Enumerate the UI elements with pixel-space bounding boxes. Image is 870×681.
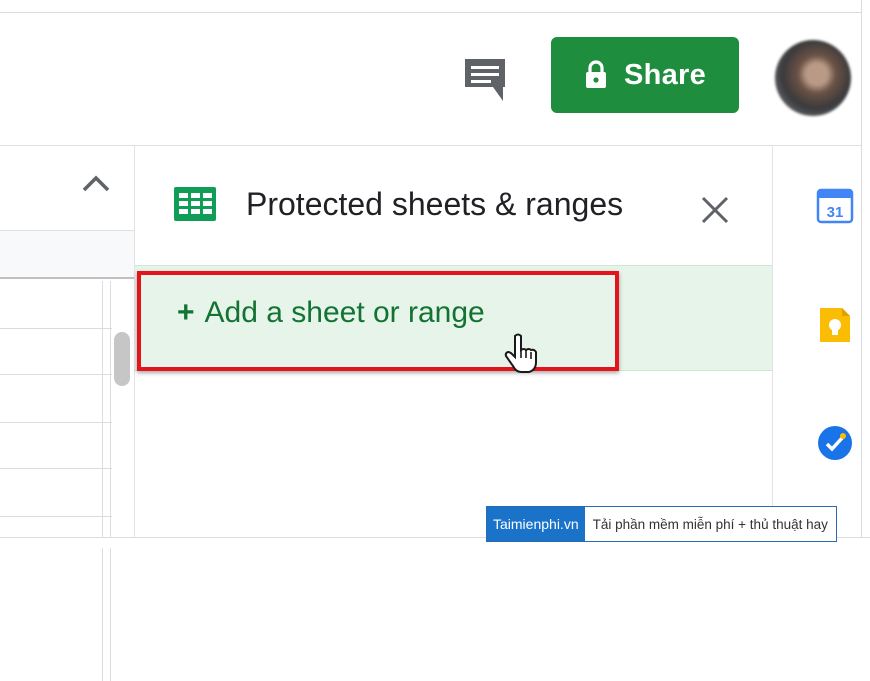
- vertical-scrollbar-thumb[interactable]: [114, 332, 130, 386]
- panel-header: Protected sheets & ranges: [135, 146, 772, 264]
- grid-column-line: [110, 281, 111, 681]
- user-avatar[interactable]: [775, 40, 851, 116]
- google-calendar-icon[interactable]: 31: [816, 186, 854, 224]
- watermark: Taimienphi.vn Tải phần mềm miễn phí + th…: [486, 506, 837, 542]
- close-icon[interactable]: [695, 190, 735, 230]
- grid-row-line: [0, 516, 112, 517]
- top-toolbar: Share: [0, 13, 861, 146]
- window-right-edge: [861, 0, 870, 547]
- google-sheets-icon: [173, 186, 217, 222]
- google-keep-icon[interactable]: [816, 306, 854, 344]
- hand-cursor-icon: [503, 332, 543, 376]
- annotation-highlight-box: [137, 271, 619, 371]
- window-top-edge: [0, 0, 870, 13]
- google-tasks-icon[interactable]: [816, 424, 854, 462]
- spreadsheet-grid: [0, 146, 134, 681]
- share-button[interactable]: Share: [551, 37, 739, 113]
- panel-title: Protected sheets & ranges: [246, 186, 624, 222]
- chevron-up-icon[interactable]: [80, 172, 112, 196]
- comment-icon[interactable]: [461, 53, 509, 109]
- addons-side-rail: 31: [773, 146, 861, 537]
- protected-ranges-panel: Protected sheets & ranges + Add a sheet o…: [135, 146, 772, 537]
- share-label: Share: [623, 58, 707, 91]
- grid-column-line: [102, 281, 103, 681]
- column-header-row: [0, 231, 134, 279]
- grid-row-line: [0, 328, 112, 329]
- watermark-brand: Taimienphi.vn: [487, 507, 585, 541]
- lock-icon: [584, 60, 608, 90]
- grid-row-line: [0, 422, 112, 423]
- calendar-day-label: 31: [827, 204, 844, 221]
- watermark-tagline: Tải phần mềm miễn phí + thủ thuật hay: [592, 516, 828, 532]
- grid-header: [0, 146, 134, 231]
- grid-row-line: [0, 374, 112, 375]
- grid-row-line: [0, 468, 112, 469]
